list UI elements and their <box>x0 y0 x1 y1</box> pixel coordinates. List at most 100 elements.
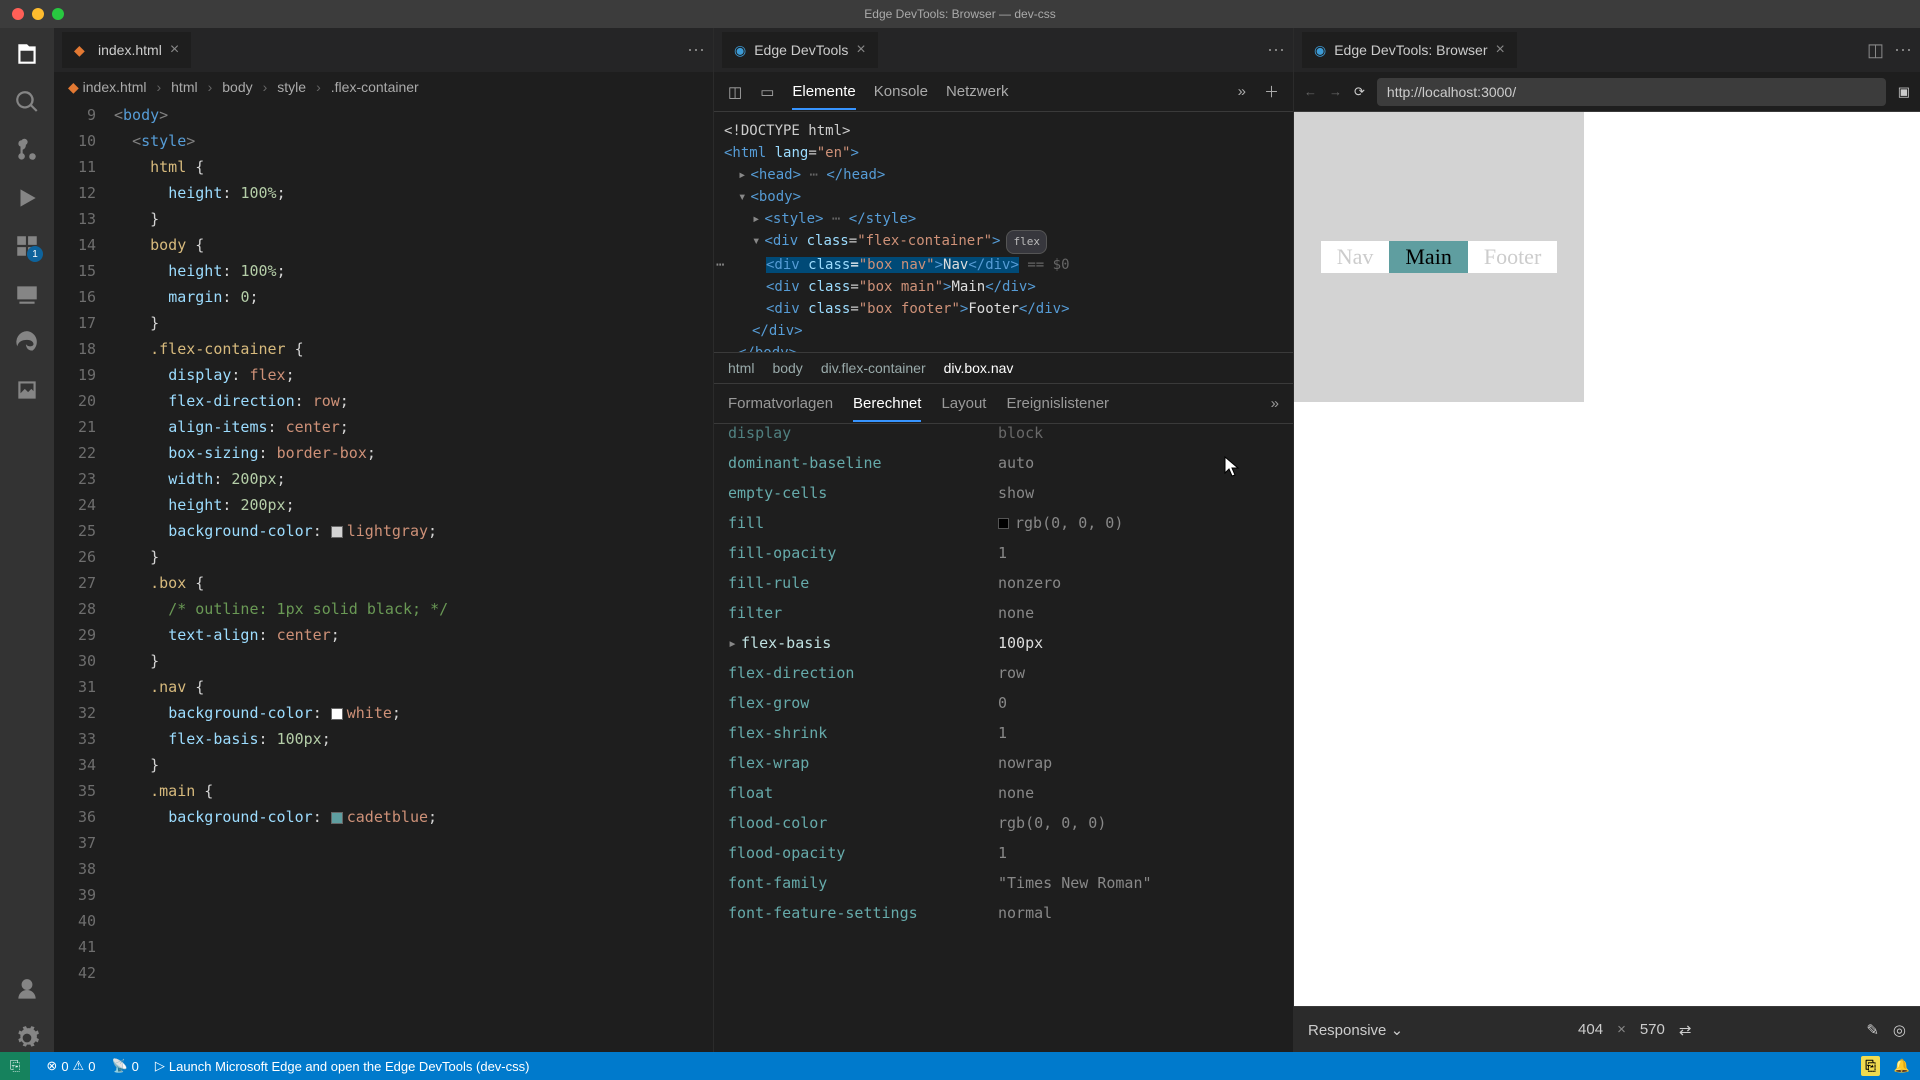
search-icon[interactable] <box>13 88 41 116</box>
computed-row[interactable]: font-feature-settingsnormal <box>728 898 1279 928</box>
editor-group: ◆ index.html × ⋯ ◆ index.html›html›body›… <box>54 28 1920 1052</box>
close-window-button[interactable] <box>12 8 24 20</box>
computed-row[interactable]: font-family"Times New Roman" <box>728 868 1279 898</box>
browser-viewport[interactable]: Nav Main Footer <box>1294 112 1920 1006</box>
tab-edge-browser[interactable]: ◉ Edge DevTools: Browser × <box>1302 32 1517 68</box>
sub-tab[interactable]: Layout <box>941 395 986 412</box>
breadcrumb-item[interactable]: body <box>222 79 252 95</box>
forward-icon[interactable]: → <box>1329 84 1342 99</box>
split-editor-icon[interactable]: ◫ <box>1867 40 1884 61</box>
radio-icon: 📡 <box>111 1058 127 1074</box>
viewport-wrapper: Nav Main Footer Responsive ⌄ 404 × 570 ⇄… <box>1294 112 1920 1052</box>
breadcrumb-item[interactable]: .flex-container <box>331 79 419 95</box>
device-preset[interactable]: Responsive ⌄ <box>1308 1021 1403 1039</box>
dom-crumb[interactable]: html <box>728 360 754 376</box>
more-icon[interactable]: » <box>1271 395 1279 412</box>
explorer-icon[interactable] <box>13 40 41 68</box>
status-ports[interactable]: 📡0 <box>111 1058 138 1074</box>
dom-breadcrumbs[interactable]: html body div.flex-container div.box.nav <box>714 352 1293 384</box>
status-prettier-icon[interactable]: ⎘ <box>1861 1056 1879 1076</box>
computed-row[interactable]: fill-opacity1 <box>728 538 1279 568</box>
device-toggle-icon[interactable]: ▭ <box>760 83 774 101</box>
remote-icon: ⎘ <box>10 1058 20 1074</box>
computed-row[interactable]: empty-cellsshow <box>728 478 1279 508</box>
editor-overflow-icon[interactable]: ⋯ <box>1267 40 1285 61</box>
screenshot-icon[interactable]: ✎ <box>1866 1021 1879 1039</box>
reload-icon[interactable]: ⟳ <box>1354 84 1365 100</box>
add-tab-icon[interactable]: ＋ <box>1264 81 1279 102</box>
extensions-icon[interactable]: 1 <box>13 232 41 260</box>
computed-styles-panel[interactable]: displayblockdominant-baselineautoempty-c… <box>714 424 1293 1052</box>
rotate-icon[interactable]: ⇄ <box>1679 1021 1692 1039</box>
images-icon[interactable] <box>13 376 41 404</box>
warning-icon: ⚠ <box>73 1058 85 1074</box>
html-file-icon: ◆ <box>74 42 90 58</box>
more-tabs-icon[interactable]: » <box>1238 83 1246 100</box>
tab-edge-devtools[interactable]: ◉ Edge DevTools × <box>722 32 878 68</box>
breadcrumbs[interactable]: ◆ index.html›html›body›style›.flex-conta… <box>54 72 713 102</box>
viewport-height[interactable]: 570 <box>1640 1021 1665 1038</box>
status-launch-message[interactable]: ▷Launch Microsoft Edge and open the Edge… <box>155 1058 530 1074</box>
remote-indicator[interactable]: ⎘ <box>0 1052 30 1080</box>
computed-row[interactable]: flood-opacity1 <box>728 838 1279 868</box>
computed-row[interactable]: filternone <box>728 598 1279 628</box>
port-count: 0 <box>132 1059 139 1074</box>
computed-row[interactable]: ▸flex-basis100px <box>728 628 1279 658</box>
accounts-icon[interactable] <box>13 976 41 1004</box>
url-bar[interactable]: http://localhost:3000/ <box>1377 78 1886 106</box>
breadcrumb-item[interactable]: html <box>171 79 197 95</box>
code-editor[interactable]: 9101112131415161718192021222324252627282… <box>54 102 713 1052</box>
breadcrumb-item[interactable]: ◆ index.html <box>68 79 146 96</box>
play-icon: ▷ <box>155 1058 165 1074</box>
computed-row[interactable]: flex-grow0 <box>728 688 1279 718</box>
source-control-icon[interactable] <box>13 136 41 164</box>
window-title: Edge DevTools: Browser — dev-css <box>864 7 1055 21</box>
dom-crumb[interactable]: div.box.nav <box>944 360 1014 376</box>
zoom-window-button[interactable] <box>52 8 64 20</box>
back-icon[interactable]: ← <box>1304 84 1317 99</box>
computed-row[interactable]: flex-directionrow <box>728 658 1279 688</box>
chevron-down-icon: ⌄ <box>1391 1022 1404 1039</box>
close-tab-icon[interactable]: × <box>856 41 865 59</box>
status-notifications-icon[interactable]: 🔔 <box>1894 1058 1910 1074</box>
inspect-icon[interactable]: ◫ <box>728 83 742 101</box>
emulate-icon[interactable]: ◎ <box>1893 1021 1906 1039</box>
editor-tab-bar: ◆ index.html × ⋯ <box>54 28 713 72</box>
dom-crumb[interactable]: div.flex-container <box>821 360 926 376</box>
computed-row[interactable]: flood-colorrgb(0, 0, 0) <box>728 808 1279 838</box>
run-debug-icon[interactable] <box>13 184 41 212</box>
dom-crumb[interactable]: body <box>772 360 802 376</box>
line-number-gutter: 9101112131415161718192021222324252627282… <box>54 102 114 1052</box>
dom-tree[interactable]: <!DOCTYPE html> <html lang="en"> ▸<head>… <box>714 112 1293 352</box>
tab-network[interactable]: Netzwerk <box>946 83 1009 100</box>
computed-row[interactable]: fill-rulenonzero <box>728 568 1279 598</box>
code-content[interactable]: <body> <style> html { height: 100%; } bo… <box>114 102 713 1052</box>
sub-tab[interactable]: Formatvorlagen <box>728 395 833 412</box>
devtools-inspect-icon[interactable]: ▣ <box>1898 84 1910 100</box>
tab-console[interactable]: Konsole <box>874 83 928 100</box>
computed-row[interactable]: dominant-baselineauto <box>728 448 1279 478</box>
extensions-badge: 1 <box>27 246 43 262</box>
status-errors[interactable]: ⊗0 ⚠0 <box>46 1058 95 1074</box>
computed-row[interactable]: floatnone <box>728 778 1279 808</box>
browser-pane: ◉ Edge DevTools: Browser × ◫ ⋯ ← → ⟳ htt… <box>1294 28 1920 1052</box>
computed-row[interactable]: flex-wrapnowrap <box>728 748 1279 778</box>
sub-tab[interactable]: Berechnet <box>853 395 921 422</box>
editor-overflow-icon[interactable]: ⋯ <box>687 40 705 61</box>
tab-elements[interactable]: Elemente <box>792 83 855 110</box>
computed-row[interactable]: displayblock <box>728 428 1279 448</box>
editor-overflow-icon[interactable]: ⋯ <box>1894 40 1912 61</box>
tab-index-html[interactable]: ◆ index.html × <box>62 32 191 68</box>
sub-tab[interactable]: Ereignislistener <box>1006 395 1109 412</box>
viewport-width[interactable]: 404 <box>1578 1021 1603 1038</box>
edge-devtools-icon[interactable] <box>13 328 41 356</box>
breadcrumb-item[interactable]: style <box>277 79 306 95</box>
browser-nav-bar: ← → ⟳ http://localhost:3000/ ▣ <box>1294 72 1920 112</box>
close-tab-icon[interactable]: × <box>170 41 179 59</box>
remote-explorer-icon[interactable] <box>13 280 41 308</box>
close-tab-icon[interactable]: × <box>1496 41 1505 59</box>
computed-row[interactable]: fillrgb(0, 0, 0) <box>728 508 1279 538</box>
computed-row[interactable]: flex-shrink1 <box>728 718 1279 748</box>
minimize-window-button[interactable] <box>32 8 44 20</box>
settings-gear-icon[interactable] <box>13 1024 41 1052</box>
